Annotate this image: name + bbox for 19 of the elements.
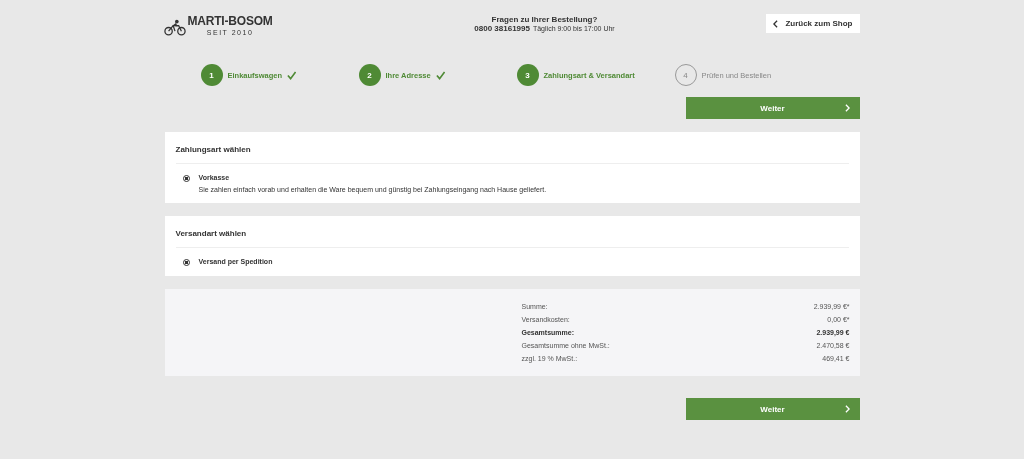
step-number: 1 [200, 64, 223, 86]
phone-number: 0800 38161995 [474, 24, 530, 33]
step-number: 3 [516, 64, 539, 86]
panel-title: Zahlungsart wählen [175, 132, 849, 164]
radio-button[interactable] [182, 175, 190, 182]
check-icon [435, 70, 445, 80]
check-icon [287, 70, 297, 80]
next-button[interactable]: Weiter [685, 97, 860, 119]
logo-name: MARTI-BOSOM [187, 13, 273, 28]
radio-button[interactable] [182, 259, 190, 266]
step-number: 2 [358, 64, 381, 86]
next-button[interactable]: Weiter [685, 398, 860, 420]
chevron-left-icon [773, 19, 779, 28]
chevron-right-icon [844, 405, 850, 413]
chevron-right-icon [844, 104, 850, 112]
back-to-shop-button[interactable]: Zurück zum Shop [766, 14, 860, 33]
panel-title: Versandart wählen [175, 216, 849, 248]
contact-question: Fragen zu Ihrer Bestellung? [491, 15, 598, 24]
cyclist-icon [163, 19, 186, 36]
